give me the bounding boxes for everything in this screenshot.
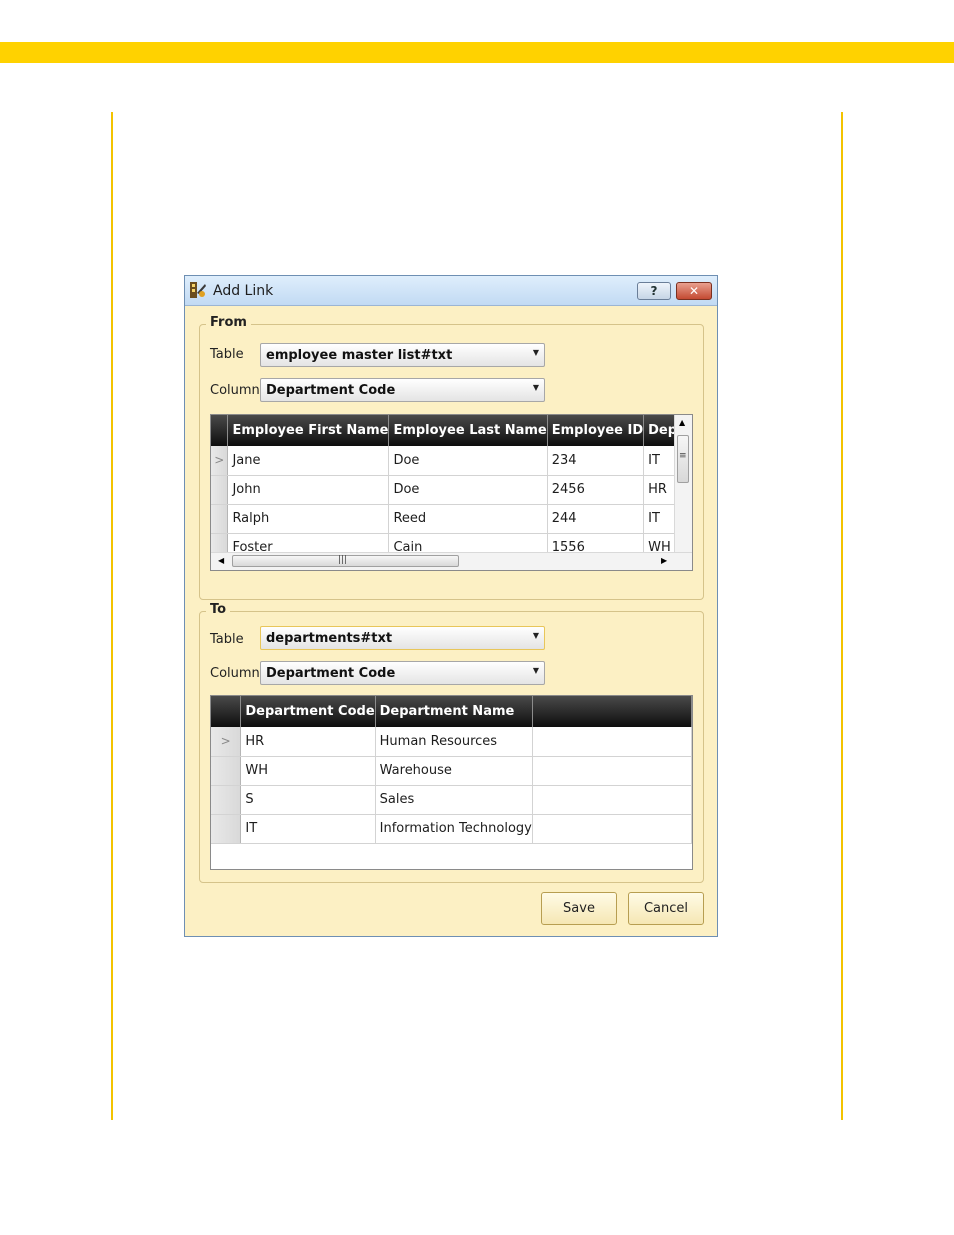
table-row[interactable]: > Jane Doe 234 IT [211, 446, 692, 476]
chevron-down-icon: ▼ [532, 348, 539, 357]
from-group: From Table employee master list#txt ▼ Co… [199, 315, 704, 600]
from-table-select[interactable]: employee master list#txt ▼ [260, 343, 545, 367]
table-cell[interactable]: Human Resources [375, 727, 533, 757]
table-cell[interactable]: Reed [388, 504, 548, 534]
from-column-value: Department Code [266, 383, 396, 398]
to-column-value: Department Code [266, 666, 396, 681]
table-row[interactable]: Ralph Reed 244 IT [211, 504, 692, 534]
to-grid-table: Department Code Department Name > HR Hum… [211, 696, 692, 844]
table-cell[interactable]: Warehouse [375, 756, 533, 786]
from-group-label: From [206, 315, 251, 330]
table-row[interactable]: S Sales [211, 785, 692, 815]
grid-header-row: Department Code Department Name [211, 696, 692, 727]
table-cell[interactable]: 234 [547, 446, 645, 476]
to-column-select[interactable]: Department Code ▼ [260, 661, 545, 685]
table-cell-empty [532, 785, 692, 815]
from-data-grid[interactable]: Employee First Name Employee Last Name E… [210, 414, 693, 571]
table-cell-empty [532, 727, 692, 757]
horizontal-scrollbar[interactable]: ◀ ||| ▶ [211, 552, 692, 570]
table-cell[interactable]: Sales [375, 785, 533, 815]
table-row[interactable]: John Doe 2456 HR [211, 475, 692, 505]
to-table-select[interactable]: departments#txt ▼ [260, 626, 545, 650]
top-accent-bar [0, 42, 954, 63]
scroll-left-icon[interactable]: ◀ [218, 556, 224, 565]
row-selector[interactable] [211, 756, 242, 786]
help-button[interactable]: ? [637, 282, 671, 300]
table-cell[interactable]: Jane [227, 446, 390, 476]
row-header-corner [211, 696, 242, 727]
row-selector-icon[interactable]: > [211, 446, 229, 476]
column-header[interactable]: Employee First Name [227, 415, 390, 446]
grid-header-row: Employee First Name Employee Last Name E… [211, 415, 692, 446]
row-selector-icon[interactable]: > [211, 727, 242, 757]
table-cell[interactable]: WH [240, 756, 376, 786]
to-group: To Table departments#txt ▼ Column Depart… [199, 602, 704, 883]
to-data-grid[interactable]: Department Code Department Name > HR Hum… [210, 695, 693, 870]
grip-icon: ≡ [679, 451, 687, 461]
column-header[interactable]: Employee Last Name [388, 415, 548, 446]
add-link-dialog: Add Link ? ✕ From Table employee master … [184, 275, 718, 937]
dialog-titlebar[interactable]: Add Link ? ✕ [185, 276, 717, 306]
column-header-filler [532, 696, 692, 727]
table-row[interactable]: IT Information Technology [211, 814, 692, 844]
save-button[interactable]: Save [541, 892, 617, 925]
from-grid-table: Employee First Name Employee Last Name E… [211, 415, 692, 563]
from-column-label: Column [210, 383, 260, 398]
to-group-label: To [206, 602, 231, 617]
horizontal-scroll-thumb[interactable]: ||| [232, 555, 459, 567]
from-column-select[interactable]: Department Code ▼ [260, 378, 545, 402]
chevron-down-icon: ▼ [532, 631, 539, 640]
table-cell[interactable]: IT [240, 814, 376, 844]
column-header[interactable]: Employee ID [547, 415, 645, 446]
table-cell[interactable]: Information Technology [375, 814, 533, 844]
table-cell[interactable]: S [240, 785, 376, 815]
table-cell[interactable]: 2456 [547, 475, 645, 505]
from-table-label: Table [210, 347, 244, 362]
table-row[interactable]: WH Warehouse [211, 756, 692, 786]
left-margin-rule [111, 112, 113, 1120]
scroll-right-icon[interactable]: ▶ [661, 556, 667, 565]
row-selector[interactable] [211, 504, 229, 534]
link-app-icon [189, 281, 207, 299]
right-margin-rule [841, 112, 843, 1120]
scroll-up-icon[interactable]: ▲ [679, 418, 685, 427]
column-header[interactable]: Department Code [240, 696, 376, 727]
grip-icon: ||| [338, 555, 348, 565]
to-table-label: Table [210, 632, 244, 647]
row-selector[interactable] [211, 475, 229, 505]
table-cell[interactable]: Doe [388, 446, 548, 476]
vertical-scroll-thumb[interactable]: ≡ [677, 435, 689, 483]
table-cell[interactable]: Doe [388, 475, 548, 505]
dialog-title: Add Link [213, 283, 274, 299]
table-cell[interactable]: HR [240, 727, 376, 757]
table-row[interactable]: > HR Human Resources [211, 727, 692, 757]
close-button[interactable]: ✕ [676, 282, 712, 300]
column-header[interactable]: Department Name [375, 696, 533, 727]
table-cell-empty [532, 814, 692, 844]
row-selector[interactable] [211, 785, 242, 815]
chevron-down-icon: ▼ [532, 666, 539, 675]
to-column-label: Column [210, 666, 260, 681]
table-cell-empty [532, 756, 692, 786]
from-table-value: employee master list#txt [266, 348, 453, 363]
row-selector[interactable] [211, 814, 242, 844]
to-table-value: departments#txt [266, 631, 393, 646]
table-cell[interactable]: John [227, 475, 390, 505]
vertical-scrollbar[interactable]: ▲ ≡ ▼ [674, 415, 692, 569]
table-cell[interactable]: 244 [547, 504, 645, 534]
cancel-button[interactable]: Cancel [628, 892, 704, 925]
chevron-down-icon: ▼ [532, 383, 539, 392]
row-header-corner [211, 415, 229, 446]
table-cell[interactable]: Ralph [227, 504, 390, 534]
